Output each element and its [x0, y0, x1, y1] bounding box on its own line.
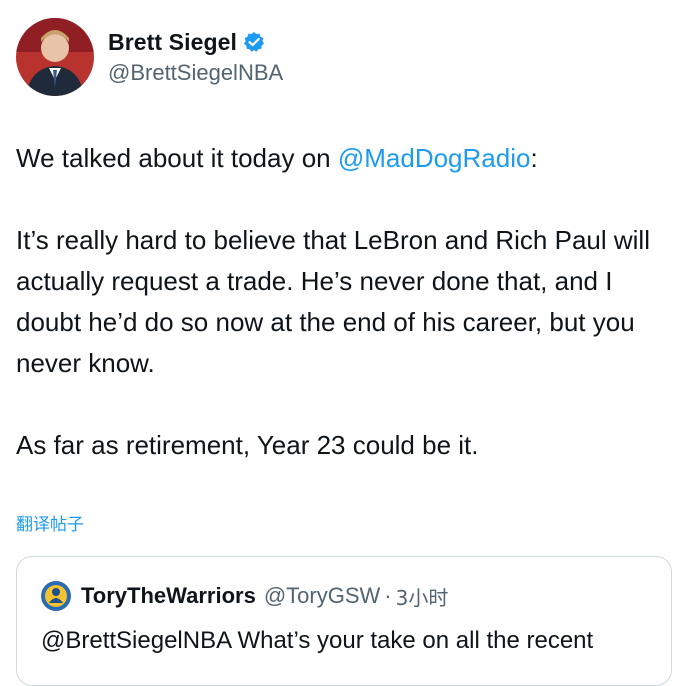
- author-info: Brett Siegel @BrettSiegelNBA: [108, 29, 283, 86]
- separator-dot: ·: [384, 583, 392, 608]
- quoted-author-display-name[interactable]: ToryTheWarriors: [81, 583, 256, 609]
- tweet-paragraph-2: It’s really hard to believe that LeBron …: [16, 225, 650, 378]
- name-row: Brett Siegel: [108, 29, 283, 56]
- tweet-header: Brett Siegel @BrettSiegelNBA: [16, 16, 283, 98]
- tweet-paragraph-3: As far as retirement, Year 23 could be i…: [16, 430, 479, 460]
- author-handle[interactable]: @BrettSiegelNBA: [108, 60, 283, 86]
- mention-link[interactable]: @MadDogRadio: [338, 143, 531, 173]
- author-display-name[interactable]: Brett Siegel: [108, 29, 237, 56]
- tweet-text-prefix: We talked about it today on: [16, 143, 338, 173]
- quoted-tweet-header: ToryTheWarriors @ToryGSW · 3小时: [41, 581, 448, 611]
- tweet-body: We talked about it today on @MadDogRadio…: [16, 138, 680, 466]
- quoted-tweet-card[interactable]: ToryTheWarriors @ToryGSW · 3小时 @BrettSie…: [16, 556, 672, 686]
- quoted-author-avatar: [41, 581, 71, 611]
- author-avatar[interactable]: [16, 18, 94, 96]
- quoted-timestamp[interactable]: 3小时: [396, 582, 449, 611]
- quoted-tweet-text: @BrettSiegelNBA What’s your take on all …: [41, 627, 594, 654]
- translate-post-link[interactable]: 翻译帖子: [16, 510, 84, 535]
- tweet-paragraph-1: We talked about it today on @MadDogRadio…: [16, 138, 680, 179]
- quoted-author-handle[interactable]: @ToryGSW: [264, 583, 380, 609]
- tweet-text-suffix: :: [530, 143, 538, 173]
- verified-badge-icon: [243, 31, 265, 53]
